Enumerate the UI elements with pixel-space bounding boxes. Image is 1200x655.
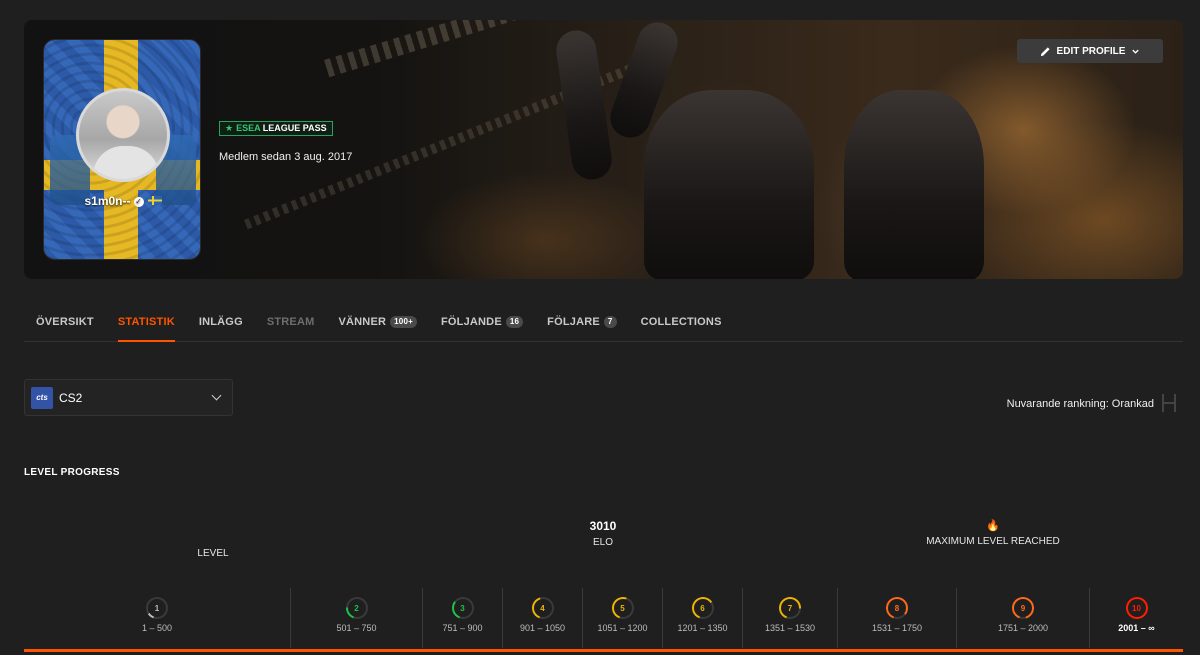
- tab-label: FÖLJARE: [547, 316, 600, 328]
- tab-count-badge: 7: [603, 316, 617, 328]
- level-9-icon: 9: [1012, 597, 1034, 619]
- esea-word: ESEA: [236, 123, 261, 133]
- level-8-icon: 8: [886, 597, 908, 619]
- chevron-down-icon: [1132, 49, 1140, 54]
- pencil-icon: [1040, 46, 1050, 56]
- esea-league-pass-label: LEAGUE PASS: [262, 123, 327, 133]
- level-range: 1351 – 1530: [764, 623, 816, 633]
- level-segment-10: 10 2001 – ∞: [1089, 588, 1183, 648]
- level-number: 2: [354, 603, 359, 613]
- verified-icon: ✓: [133, 197, 144, 207]
- level-segment-2: 2 501 – 750: [290, 588, 422, 648]
- tab-label: ÖVERSIKT: [36, 316, 94, 328]
- level-segment-1: 1 1 – 500: [24, 588, 290, 648]
- level-6-icon: 6: [691, 597, 714, 619]
- level-range: 2001 – ∞: [1118, 623, 1155, 633]
- level-progress-title: LEVEL PROGRESS: [24, 467, 120, 478]
- level-7-icon: 7: [779, 597, 801, 619]
- tab-count-badge: 16: [505, 316, 524, 328]
- cs2-game-icon: cts: [31, 386, 53, 409]
- avatar-shirt: [93, 146, 159, 179]
- level-number: 3: [460, 603, 465, 613]
- level-number: 8: [894, 603, 900, 613]
- level-range: 501 – 750: [336, 623, 377, 633]
- level-segment-7: 7 1351 – 1530: [742, 588, 837, 648]
- tab-vanner[interactable]: VÄNNER 100+: [326, 312, 428, 342]
- level-number: 5: [620, 603, 625, 613]
- level-number: 6: [700, 603, 705, 613]
- tab-label: VÄNNER: [338, 316, 387, 328]
- level-range: 1 – 500: [141, 623, 173, 633]
- level-number: 7: [787, 603, 793, 613]
- level-5-icon: 5: [611, 597, 634, 619]
- level-progress-fill: [24, 649, 1183, 652]
- banner-player-arm: [553, 27, 615, 183]
- avatar-card: s1m0n-- ✓: [43, 39, 201, 260]
- tab-collections[interactable]: COLLECTIONS: [629, 312, 734, 342]
- tab-foljande[interactable]: FÖLJANDE 16: [429, 312, 535, 342]
- banner-player-figure: [644, 90, 814, 279]
- max-level-stat: 🔥 MAXIMUM LEVEL REACHED: [893, 519, 1093, 547]
- tab-oversikt[interactable]: ÖVERSIKT: [24, 312, 106, 342]
- level-2-icon: 2: [345, 597, 368, 619]
- level-range: 901 – 1050: [519, 623, 566, 633]
- level-range: 1531 – 1750: [871, 623, 923, 633]
- tab-stream[interactable]: STREAM: [255, 312, 327, 342]
- avatar-nickname-row: s1m0n-- ✓: [44, 194, 200, 208]
- tab-inlagg[interactable]: INLÄGG: [187, 312, 255, 342]
- esea-league-pass-badge[interactable]: ★ ESEA LEAGUE PASS: [219, 121, 333, 136]
- level-number: 9: [1020, 603, 1026, 613]
- current-ranking: Nuvarande rankning: Orankad: [1006, 398, 1154, 410]
- level-segment-4: 4 901 – 1050: [502, 588, 582, 648]
- elo-stat: 3010 ELO: [553, 519, 653, 548]
- tab-label: STREAM: [266, 316, 315, 328]
- tab-statistik[interactable]: STATISTIK: [106, 312, 187, 342]
- level-progress-bar: 1 1 – 500 2 501 – 750 3 751 – 900 4 901 – 1050 5…: [24, 588, 1183, 650]
- tab-foljare[interactable]: FÖLJARE 7: [535, 312, 628, 342]
- chevron-down-icon: [211, 390, 222, 401]
- level-10-icon: 10: [1125, 597, 1148, 619]
- tab-count-badge: 100+: [390, 316, 417, 328]
- level-segment-9: 9 1751 – 2000: [956, 588, 1089, 648]
- level-number: 10: [1132, 603, 1141, 613]
- level-range: 1751 – 2000: [997, 623, 1049, 633]
- tab-label: INLÄGG: [198, 316, 243, 328]
- member-since: Medlem sedan 3 aug. 2017: [219, 151, 353, 163]
- level-range: 1201 – 1350: [677, 623, 728, 633]
- profile-tabs: ÖVERSIKT STATISTIK INLÄGG STREAM VÄNNER 1…: [24, 312, 1183, 342]
- elo-label: ELO: [592, 537, 613, 548]
- nickname: s1m0n--: [84, 194, 131, 208]
- tab-label: FÖLJANDE: [440, 316, 502, 328]
- avatar: [76, 88, 170, 182]
- level-segment-6: 6 1201 – 1350: [662, 588, 742, 648]
- level-number: 1: [154, 603, 160, 613]
- level-label: LEVEL: [197, 548, 229, 559]
- game-select-value: CS2: [59, 390, 83, 405]
- edit-profile-label: EDIT PROFILE: [1056, 45, 1126, 57]
- edit-profile-button[interactable]: EDIT PROFILE: [1017, 39, 1163, 63]
- level-segment-8: 8 1531 – 1750: [837, 588, 956, 648]
- level-number: 4: [540, 603, 545, 613]
- sweden-flag-icon: [147, 196, 162, 205]
- tab-label: COLLECTIONS: [640, 316, 722, 328]
- level-3-icon: 3: [451, 597, 474, 619]
- flame-icon: 🔥: [986, 520, 1000, 532]
- level-segment-3: 3 751 – 900: [422, 588, 502, 648]
- banner-player-figure: [844, 90, 984, 279]
- level-range: 1051 – 1200: [597, 623, 648, 633]
- esea-star-icon: ★: [225, 123, 234, 133]
- level-segment-5: 5 1051 – 1200: [582, 588, 662, 648]
- game-select[interactable]: cts CS2: [24, 379, 233, 416]
- elo-value: 3010: [589, 519, 617, 533]
- level-stat: LEVEL: [150, 544, 276, 559]
- level-range: 751 – 900: [442, 623, 483, 633]
- tab-label: STATISTIK: [117, 316, 175, 328]
- ranking-ladder-icon[interactable]: [1162, 394, 1176, 412]
- level-1-icon: 1: [146, 597, 168, 619]
- max-level-label: MAXIMUM LEVEL REACHED: [926, 536, 1060, 547]
- level-4-icon: 4: [531, 597, 554, 619]
